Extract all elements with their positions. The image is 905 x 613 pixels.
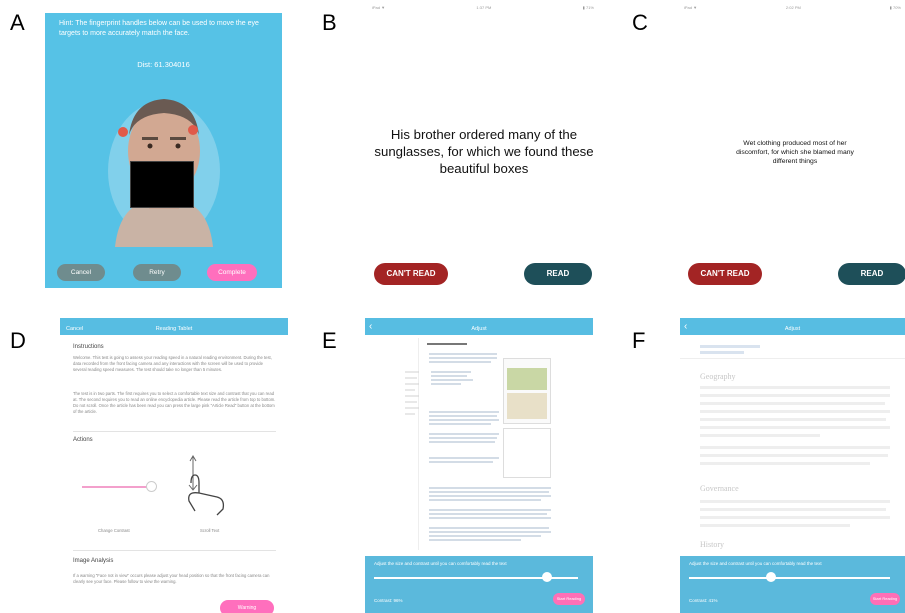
nav-bar: Cancel Reading Tablet — [60, 318, 288, 335]
contrast-slider-track[interactable] — [82, 486, 152, 488]
image-analysis-paragraph: If a warning "Face not in view" occurs p… — [73, 573, 270, 584]
start-reading-button[interactable]: Start Reading — [870, 593, 900, 605]
instructions-heading: Instructions — [73, 344, 104, 350]
contrast-readout: Contrast: 41% — [689, 598, 718, 603]
label-f: F — [632, 328, 646, 353]
adjust-panel: Adjust the size and contrast until you c… — [680, 556, 905, 613]
actions-heading: Actions — [73, 437, 93, 443]
instructions-paragraph-2: The test is in two parts. The first requ… — [73, 391, 276, 414]
test-sentence: His brother ordered many of the sunglass… — [374, 127, 594, 176]
status-bar: iPad ▼ 1:37 PM ▮ 71% — [372, 5, 594, 10]
nav-bar: ‹ Adjust — [680, 318, 905, 335]
adjust-instruction: Adjust the size and contrast until you c… — [374, 561, 507, 566]
label-b: B — [322, 10, 337, 35]
history-heading: History — [700, 540, 724, 549]
right-eye-target[interactable] — [188, 125, 198, 135]
change-contrast-label: Change Contrast — [98, 528, 130, 533]
scroll-text-label: Scroll Text — [200, 528, 220, 533]
instructions-paragraph-1: Welcome. This test is going to assess yo… — [73, 355, 272, 372]
label-c: C — [632, 10, 648, 35]
governance-heading: Governance — [700, 484, 739, 493]
scroll-hand-icon — [188, 455, 225, 516]
adjust-instruction: Adjust the size and contrast until you c… — [689, 561, 822, 566]
face-mask-box — [130, 161, 194, 208]
contrast-readout: Contrast: 96% — [374, 598, 403, 603]
size-slider-knob[interactable] — [542, 572, 553, 582]
adjust-screen-large-text: ‹ Adjust Geography Governance History Ad… — [680, 318, 905, 613]
cant-read-button[interactable]: CAN'T READ — [374, 263, 448, 285]
read-button[interactable]: READ — [524, 263, 592, 285]
divider — [73, 431, 276, 432]
divider — [73, 550, 276, 551]
complete-button[interactable]: Complete — [207, 264, 257, 281]
nav-title: Reading Tablet — [155, 326, 193, 332]
label-d: D — [10, 328, 26, 353]
status-bar: iPad ▼ 2:02 PM ▮ 70% — [684, 5, 901, 10]
nav-title: Adjust — [471, 326, 487, 332]
retry-button[interactable]: Retry — [133, 264, 181, 281]
cant-read-button[interactable]: CAN'T READ — [688, 263, 762, 285]
geography-heading: Geography — [700, 372, 736, 381]
nav-title: Adjust — [784, 326, 801, 332]
distance-readout: Dist: 61.304016 — [137, 60, 190, 69]
adjust-panel: Adjust the size and contrast until you c… — [365, 556, 593, 613]
adjust-screen-small-text: ‹ Adjust Adjust the size and contrast un… — [365, 318, 593, 613]
label-a: A — [10, 10, 25, 35]
article-text-lines — [405, 353, 551, 541]
cancel-button[interactable]: Cancel — [57, 264, 105, 281]
sentence-screen-large: iPad ▼ 1:37 PM ▮ 71% His brother ordered m… — [368, 4, 598, 288]
size-slider-track[interactable] — [689, 577, 890, 579]
nav-bar: ‹ Adjust — [365, 318, 593, 335]
size-slider-knob[interactable] — [766, 572, 777, 582]
left-eye-target[interactable] — [118, 127, 128, 137]
face-calibration-screen: Hint: The fingerprint handles below can … — [45, 13, 282, 288]
hint-text: Hint: The fingerprint handles below can … — [59, 20, 259, 37]
warning-button[interactable]: Warning — [220, 600, 274, 613]
instructions-screen: Cancel Reading Tablet Instructions Welco… — [60, 318, 288, 613]
contrast-slider-knob[interactable] — [146, 481, 157, 492]
label-e: E — [322, 328, 337, 353]
sentence-screen-small: iPad ▼ 2:02 PM ▮ 70% Wet clothing produced… — [680, 4, 905, 288]
image-analysis-heading: Image Analysis — [73, 558, 114, 564]
start-reading-button[interactable]: Start Reading — [553, 593, 585, 605]
test-sentence: Wet clothing produced most of her discom… — [736, 140, 854, 165]
read-button[interactable]: READ — [838, 263, 905, 285]
